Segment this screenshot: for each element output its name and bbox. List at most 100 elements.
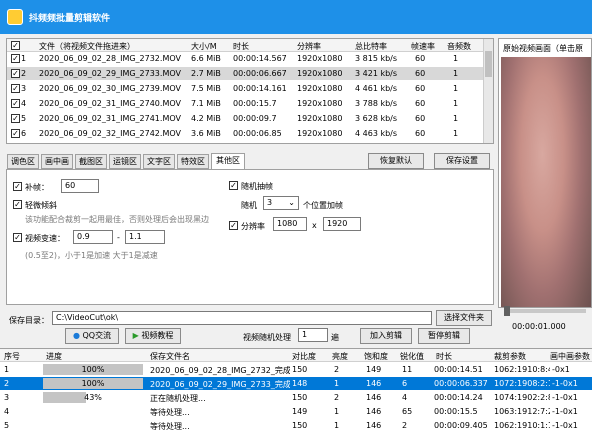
progress-bar: [43, 406, 143, 417]
file-audio: 1: [453, 99, 459, 108]
select-all-checkbox[interactable]: ✓: [11, 41, 20, 50]
file-table-row[interactable]: ✓ 2 2020_06_09_02_29_IMG_2733.MOV 2.7 MiB 00…: [7, 67, 485, 80]
save-dir-input[interactable]: C:\VideoCut\ok\: [52, 311, 432, 325]
file-table[interactable]: ✓ 文件（将视频文件拖进来） 大小/M 时长 分辨率 总比特率 帧速率 音频数 …: [6, 38, 494, 144]
choose-folder-button[interactable]: 选择文件夹: [436, 310, 492, 326]
header-resolution: 分辨率: [297, 42, 321, 51]
tutorial-button[interactable]: ▶ 视频教程: [125, 328, 181, 344]
output-table-row[interactable]: 100% 2 2020_06_09_02_29_IMG_2733_完成 148 1 146…: [0, 377, 592, 390]
output-sharpen: 4: [402, 393, 408, 402]
save-settings-button[interactable]: 保存设置: [434, 153, 490, 169]
tab-other[interactable]: 其他区: [211, 153, 245, 170]
tab-camera[interactable]: 运镜区: [109, 154, 141, 169]
file-row-checkbox[interactable]: ✓: [11, 69, 20, 78]
output-contrast: 150: [292, 421, 308, 430]
file-table-row[interactable]: ✓ 4 2020_06_09_02_31_IMG_2740.MOV 7.1 MiB 00…: [7, 97, 485, 110]
progress-bar: 43%: [43, 392, 143, 403]
output-saturation: 146: [366, 379, 382, 388]
speed-label: 视频变速：: [25, 234, 65, 243]
speed-checkbox[interactable]: ✓: [13, 233, 22, 242]
tab-effects[interactable]: 特效区: [177, 154, 209, 169]
output-pip: -1-0x1: [552, 393, 578, 402]
resolution-width-input[interactable]: 1080: [273, 217, 307, 231]
file-table-header: ✓ 文件（将视频文件拖进来） 大小/M 时长 分辨率 总比特率 帧速率 音频数: [7, 39, 485, 52]
file-table-row[interactable]: ✓ 6 2020_06_09_02_32_IMG_2742.MOV 3.6 MiB 00…: [7, 127, 485, 140]
restore-default-button[interactable]: 恢复默认: [368, 153, 424, 169]
tab-color[interactable]: 调色区: [7, 154, 39, 169]
tab-text[interactable]: 文字区: [143, 154, 175, 169]
tab-pip[interactable]: 画中画: [41, 154, 73, 169]
progress-bar: [43, 420, 143, 431]
pause-edit-button[interactable]: 暂停剪辑: [418, 328, 470, 344]
speed-hint: (0.5至2)，小于1是加速 大于1是减速: [25, 251, 158, 260]
file-table-row[interactable]: ✓ 5 2020_06_09_02_31_IMG_2741.MOV 4.2 MiB 00…: [7, 112, 485, 125]
header-saturation: 饱和度: [364, 352, 388, 361]
header-duration: 时长: [436, 352, 452, 361]
resolution-x: x: [312, 221, 317, 230]
header-audio: 音频数: [447, 42, 471, 51]
file-duration: 00:00:09.7: [233, 114, 277, 123]
settings-panel: ✓ 补帧： 60 ✓ 轻微倾斜 该功能配合裁剪一起用最佳，否则处理后会出现黑边 …: [6, 169, 494, 305]
file-table-row[interactable]: ✓ 1 2020_06_09_02_28_IMG_2732.MOV 6.6 MiB 00…: [7, 52, 485, 65]
file-table-row[interactable]: ✓ 3 2020_06_09_02_30_IMG_2739.MOV 7.5 MiB 00…: [7, 82, 485, 95]
preview-image[interactable]: [501, 57, 591, 307]
output-table-row[interactable]: 4 等待处理... 149 1 146 65 00:00:15.5 1063:1912:7:2…: [0, 405, 592, 418]
speed-min-input[interactable]: 0.9: [73, 230, 113, 244]
output-table[interactable]: 序号 进度 保存文件名 对比度 亮度 饱和度 锐化值 时长 裁剪参数 画中画参数…: [0, 348, 592, 436]
header-sharpen: 锐化值: [400, 352, 424, 361]
file-row-checkbox[interactable]: ✓: [11, 114, 20, 123]
output-duration: 00:00:09.405: [434, 421, 488, 430]
file-fps: 60: [415, 99, 426, 108]
fill-frames-checkbox[interactable]: ✓: [13, 182, 22, 191]
speed-dash: -: [117, 233, 120, 242]
preview-seek-bar[interactable]: [506, 309, 586, 313]
resolution-height-input[interactable]: 1920: [323, 217, 361, 231]
random-process-label: 视频随机处理: [243, 333, 291, 342]
file-duration: 00:00:06.667: [233, 69, 287, 78]
qq-icon: ●: [72, 331, 80, 340]
file-duration: 00:00:14.567: [233, 54, 287, 63]
add-edit-button[interactable]: 加入剪辑: [360, 328, 412, 344]
resolution-checkbox[interactable]: ✓: [229, 221, 238, 230]
output-sharpen: 11: [402, 365, 413, 374]
header-bitrate: 总比特率: [355, 42, 387, 51]
output-index: 1: [4, 365, 10, 374]
file-size: 7.5 MiB: [191, 84, 221, 93]
output-brightness: 1: [334, 421, 340, 430]
random-process-input[interactable]: 1: [298, 328, 328, 342]
file-size: 6.6 MiB: [191, 54, 221, 63]
output-crop: 1072:1908:2:1952:: [494, 379, 550, 388]
preview-panel[interactable]: 原始视频画面（单击原: [498, 38, 592, 308]
file-fps: 60: [415, 114, 426, 123]
random-drop-checkbox[interactable]: ✓: [229, 181, 238, 190]
file-row-checkbox[interactable]: ✓: [11, 84, 20, 93]
random-suffix: 个位置加帧: [303, 201, 343, 210]
slight-tilt-checkbox[interactable]: ✓: [13, 200, 22, 209]
output-table-row[interactable]: 100% 1 2020_06_09_02_28_IMG_2732_完成 150 2 149…: [0, 363, 592, 376]
output-table-row[interactable]: 5 等待处理... 150 1 146 2 00:00:09.405 1062:1910:1:…: [0, 419, 592, 432]
output-index: 4: [4, 407, 10, 416]
header-fps: 帧速率: [411, 42, 435, 51]
file-row-checkbox[interactable]: ✓: [11, 54, 20, 63]
tilt-hint: 该功能配合裁剪一起用最佳，否则处理后会出现黑边: [25, 215, 209, 224]
qq-button[interactable]: ● QQ交流: [65, 328, 119, 344]
output-filename: 等待处理...: [150, 422, 190, 431]
output-index: 2: [4, 379, 10, 388]
tab-crop[interactable]: 截图区: [75, 154, 107, 169]
fill-frames-input[interactable]: 60: [61, 179, 99, 193]
file-duration: 00:00:14.161: [233, 84, 287, 93]
slight-tilt-label: 轻微倾斜: [25, 201, 57, 210]
output-table-row[interactable]: 43% 3 正在随机处理... 150 2 146 4 00:00:14.24 1074:190…: [0, 391, 592, 404]
preview-seek-handle[interactable]: [504, 306, 510, 316]
speed-max-input[interactable]: 1.1: [125, 230, 165, 244]
random-drop-label: 随机抽帧: [241, 182, 273, 191]
file-row-checkbox[interactable]: ✓: [11, 129, 20, 138]
file-fps: 60: [415, 54, 426, 63]
file-index: 5: [21, 114, 27, 123]
file-row-checkbox[interactable]: ✓: [11, 99, 20, 108]
scrollbar-thumb[interactable]: [485, 51, 492, 77]
output-duration: 00:00:06.337: [434, 379, 488, 388]
file-table-scrollbar[interactable]: [483, 39, 493, 143]
preview-title: 原始视频画面（单击原: [503, 44, 583, 53]
random-select[interactable]: 3 ⌄: [263, 196, 299, 210]
